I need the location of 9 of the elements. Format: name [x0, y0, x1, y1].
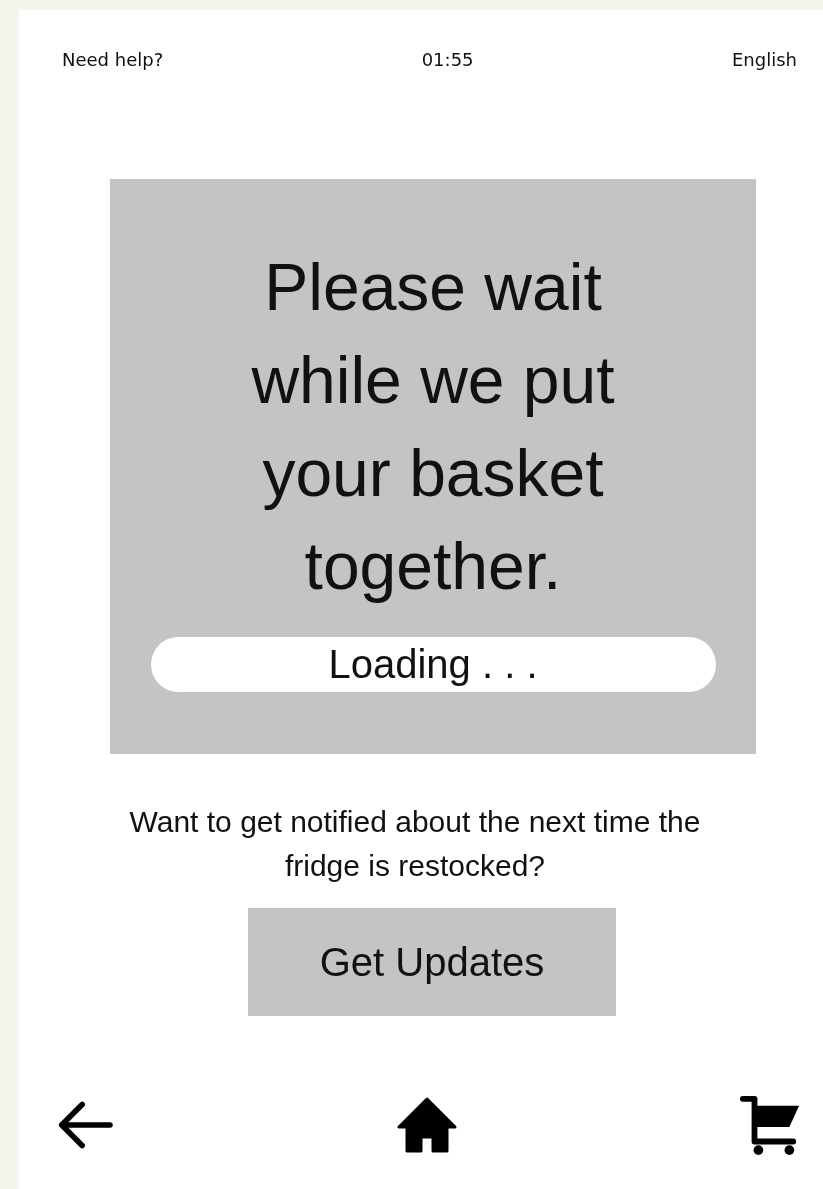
language-link[interactable]: English — [732, 48, 797, 70]
loading-indicator: Loading . . . — [150, 637, 716, 692]
cart-icon[interactable] — [739, 1094, 801, 1156]
help-link[interactable]: Need help? — [62, 48, 164, 70]
wait-message: Please wait while we put your basket together. — [250, 249, 616, 605]
home-icon[interactable] — [397, 1097, 457, 1153]
get-updates-button[interactable]: Get Updates — [248, 908, 616, 1016]
notify-question: Want to get notified about the next time the fridge is restocked? — [128, 804, 702, 884]
countdown-timer: 01:55 — [421, 48, 474, 70]
